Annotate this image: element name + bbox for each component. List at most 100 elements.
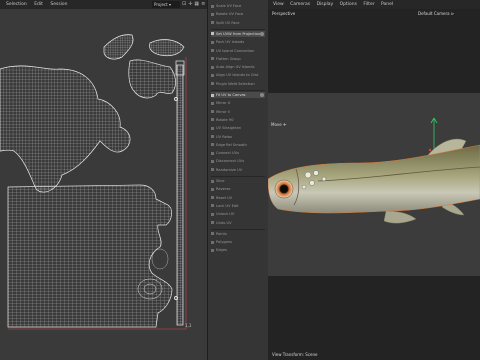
uv-island-body: [7, 184, 173, 328]
tool-item[interactable]: Slice: [211, 178, 265, 184]
tool-item[interactable]: UV Straighten: [211, 125, 265, 131]
tool-label: Undo UV: [216, 220, 232, 225]
tool-icon: [211, 118, 214, 122]
menu-icon[interactable]: ≡: [201, 1, 205, 7]
tool-item[interactable]: Flatten Group: [211, 56, 265, 62]
viewport-menu-cameras[interactable]: Cameras: [290, 2, 310, 7]
tool-icon: [211, 196, 214, 200]
viewport-menu-view[interactable]: View: [273, 2, 284, 7]
move-icon[interactable]: ✛: [188, 1, 192, 7]
tool-icon: [211, 101, 214, 105]
viewport-menu-filter[interactable]: Filter: [363, 2, 374, 7]
tool-icon: [211, 151, 214, 155]
tool-label: Mirror U: [216, 101, 231, 106]
tool-item[interactable]: Split UV Face: [211, 20, 265, 26]
tool-item[interactable]: Undo UV: [211, 220, 265, 226]
uv-canvas[interactable]: [0, 9, 207, 360]
tool-label: Scale UV Face: [216, 4, 242, 8]
tool-icon: [211, 110, 214, 114]
tool-item[interactable]: Plugin Weld Selection: [211, 81, 265, 87]
fish-model[interactable]: [268, 93, 480, 276]
tool-label: Set UVW from Projection: [216, 31, 261, 36]
status-text: View Transform: Scene: [272, 352, 318, 357]
tool-item[interactable]: Mirror U: [211, 100, 265, 106]
tool-icon: [211, 4, 214, 8]
uv-mode-select[interactable]: Project ▾: [152, 1, 180, 8]
tool-label: Randomize UV: [216, 167, 243, 172]
uv-editor[interactable]: Selection Edit Session Project ▾ ⊡✛▦≡: [0, 0, 207, 360]
tool-separator: [211, 176, 265, 177]
tool-icon: [211, 143, 214, 147]
tool-label: Align UV Islands to Grid: [216, 73, 259, 78]
viewport-menu-display[interactable]: Display: [317, 2, 334, 7]
tool-label: UV Island Connection: [216, 48, 255, 53]
tool-label: Points: [216, 231, 227, 236]
tool-item[interactable]: Pack UV Islands: [211, 39, 265, 45]
tool-icon: [211, 179, 214, 183]
tool-label: Reverse: [216, 187, 231, 192]
tool-item[interactable]: Mirror V: [211, 109, 265, 115]
tool-item[interactable]: Points: [211, 231, 265, 237]
tool-item[interactable]: Polygons: [211, 239, 265, 245]
tool-label: Rotate UV Face: [216, 12, 244, 17]
uv-toolbar: ⊡ ✛ ▦ ≡: [182, 1, 207, 8]
tool-item[interactable]: Reverse: [211, 186, 265, 192]
viewport-menu-panel[interactable]: Panel: [381, 2, 393, 7]
tool-item[interactable]: Disconnect UVs: [211, 158, 265, 164]
tool-icon: [211, 187, 214, 191]
tool-icon: [211, 159, 214, 163]
tool-item[interactable]: Auto Align UV Islands: [211, 64, 265, 70]
uv-island-fin: [0, 65, 131, 193]
tool-item[interactable]: Lock UV Edit: [211, 203, 265, 209]
tool-item[interactable]: Set UVW from Projection: [211, 30, 265, 37]
tool-icon: [211, 93, 214, 97]
tool-label: Pack UV Islands: [216, 40, 245, 45]
uv-menu-edit[interactable]: Edit: [34, 2, 43, 7]
uv-menu-session[interactable]: Session: [50, 2, 67, 7]
uv-island-strip: [176, 64, 184, 326]
tool-item[interactable]: Randomize UV: [211, 167, 265, 173]
tool-item[interactable]: Align UV Islands to Grid: [211, 72, 265, 78]
tool-icon: [211, 212, 214, 216]
view-name: Perspective: [272, 11, 296, 16]
gear-icon[interactable]: [260, 93, 264, 97]
3d-viewport[interactable]: View Cameras Display Options Filter Pane…: [268, 0, 480, 360]
tool-separator: [211, 28, 265, 30]
tool-item[interactable]: UV Relax: [211, 134, 265, 140]
tool-item[interactable]: Rotate 90: [211, 117, 265, 123]
tool-label: Slice: [216, 179, 225, 183]
tool-item[interactable]: Reset UV: [211, 195, 265, 201]
uv-island-tail: [149, 39, 185, 57]
uv-island-top: [103, 34, 134, 60]
tool-icon: [211, 49, 214, 52]
tool-item[interactable]: Scale UV Face: [211, 3, 265, 9]
tool-label: Connect UVs: [216, 151, 239, 156]
tool-label: Polygons: [216, 240, 232, 245]
tool-item[interactable]: Rotate UV Face: [211, 11, 265, 17]
uv-menu-selection[interactable]: Selection: [6, 2, 27, 7]
lock-icon[interactable]: ⊡: [182, 1, 186, 7]
tool-item[interactable]: Unlock UV: [211, 211, 265, 217]
move-gizmo-icon: ✛: [281, 122, 287, 127]
tool-label: Split UV Face: [216, 20, 240, 25]
gear-icon[interactable]: [260, 31, 264, 36]
tool-item[interactable]: Fit UV to Canvas: [211, 92, 265, 98]
tool-icon: [211, 57, 214, 61]
tool-icon: [211, 248, 214, 252]
camera-label[interactable]: Default Camera ⊳: [418, 11, 454, 16]
tool-icon: [211, 221, 214, 224]
viewport-menu-options[interactable]: Options: [340, 2, 357, 7]
tool-icon: [211, 32, 214, 36]
move-label[interactable]: Move ✛: [271, 122, 286, 127]
tool-label: Lock UV Edit: [216, 203, 239, 208]
tool-label: Fit UV to Canvas: [216, 93, 246, 97]
pin-icon: [174, 296, 178, 300]
tool-icon: [211, 82, 214, 86]
grid-icon[interactable]: ▦: [194, 1, 199, 7]
tool-icon: [211, 73, 214, 77]
tool-icon: [211, 40, 214, 44]
tool-item[interactable]: Edges: [211, 247, 265, 253]
tool-item[interactable]: Edge Rel Smooth: [211, 142, 265, 148]
tool-item[interactable]: UV Island Connection: [211, 48, 265, 54]
tool-item[interactable]: Connect UVs: [211, 150, 265, 156]
